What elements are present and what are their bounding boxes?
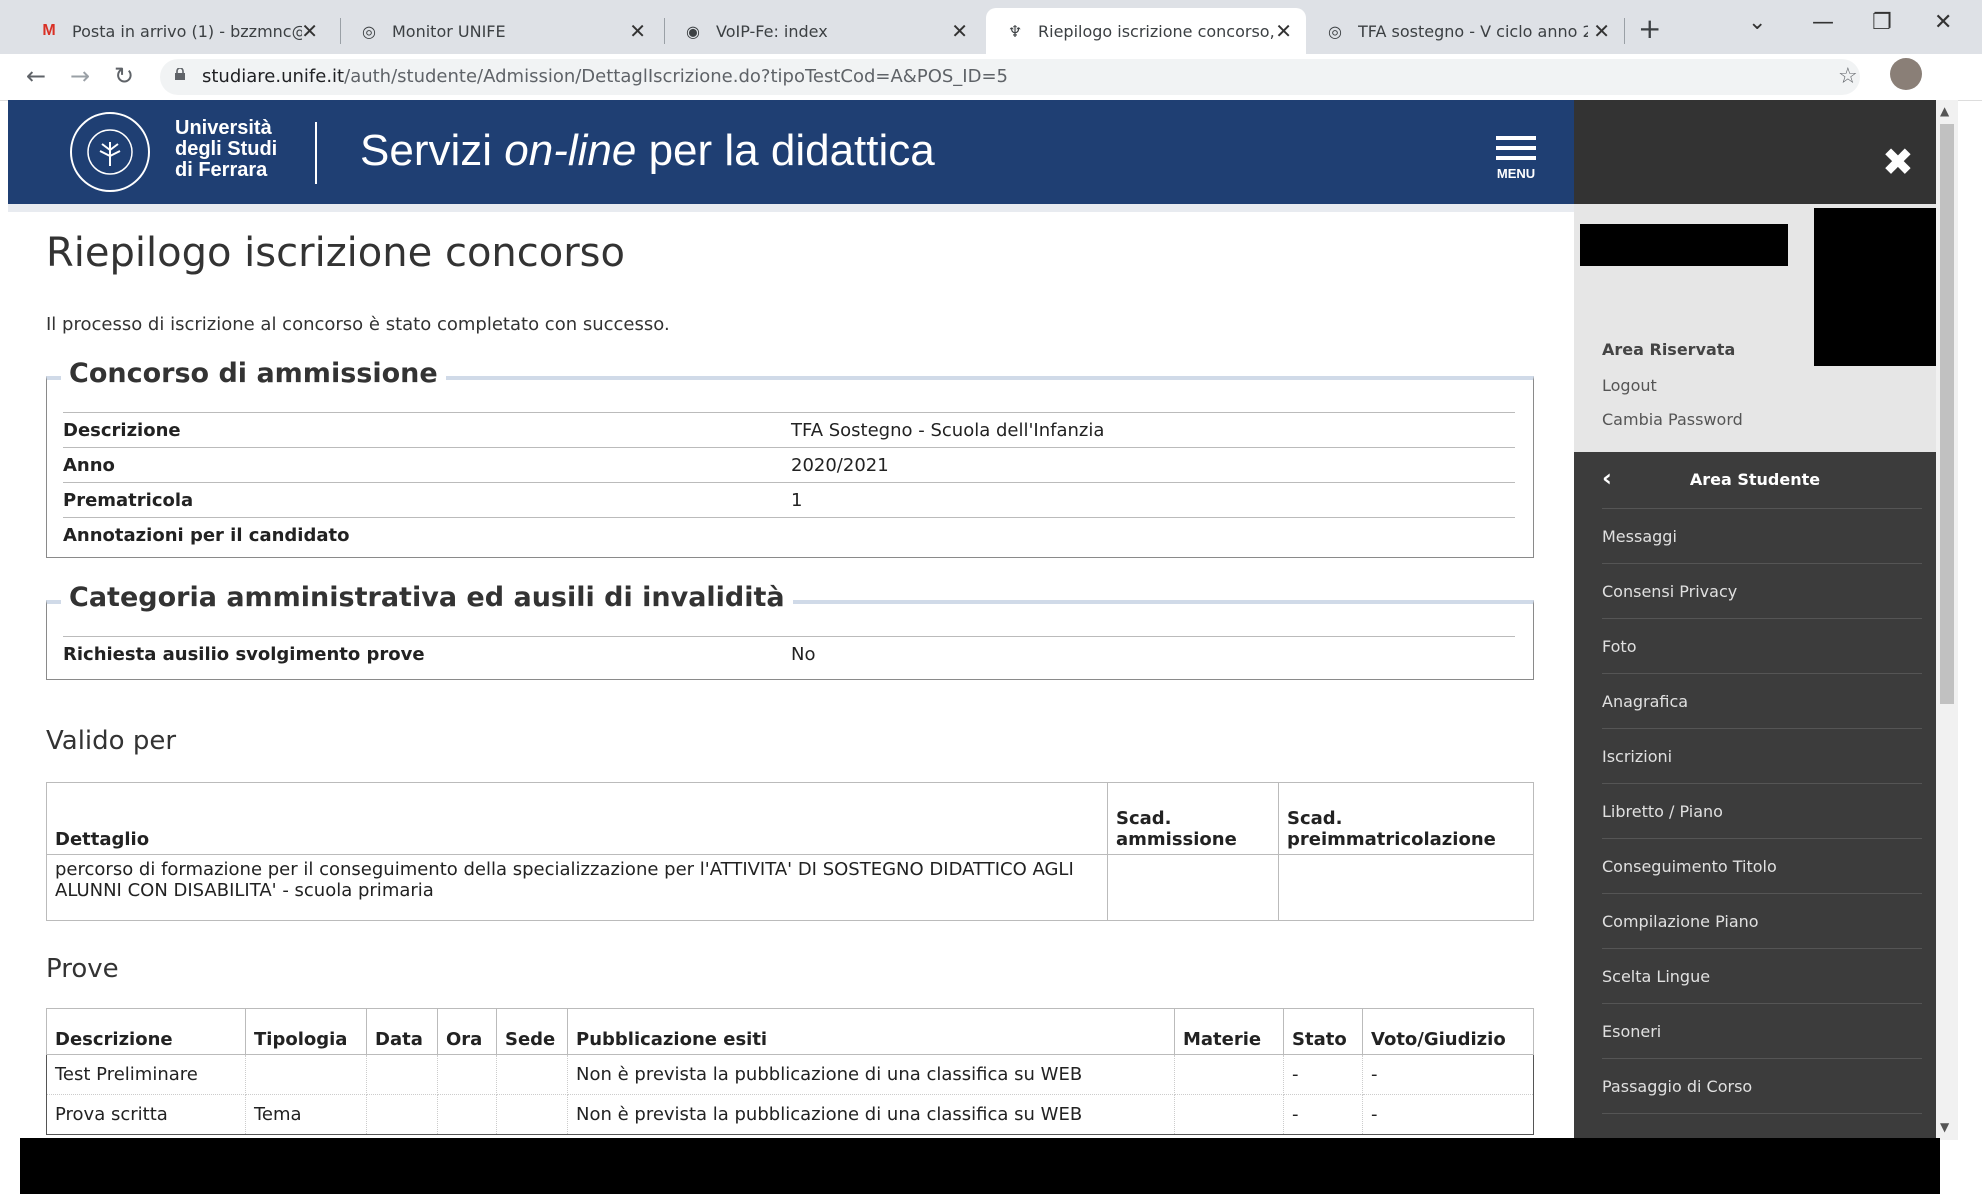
area-riservata-label: Area Riservata: [1602, 340, 1736, 359]
valido-per-title: Valido per: [46, 726, 177, 756]
table-header: Scad. ammissione: [1107, 782, 1279, 855]
page-title: Riepilogo iscrizione concorso: [46, 230, 625, 276]
university-name: Università degli Studi di Ferrara: [175, 117, 278, 181]
browser-tab-bar: M Posta in arrivo (1) - bzzmnc@uni ✕ ◎ M…: [0, 0, 1982, 54]
redacted-name: [1580, 224, 1788, 266]
bookmark-star-icon[interactable]: ☆: [1838, 64, 1858, 89]
crest-icon: ♆: [1007, 21, 1023, 41]
minimize-icon[interactable]: —: [1812, 10, 1834, 35]
drawer-item-libretto[interactable]: Libretto / Piano: [1602, 783, 1922, 839]
table-row: Test Preliminare Non è prevista la pubbli…: [46, 1054, 1534, 1095]
area-studente-header[interactable]: ‹ Area Studente: [1574, 452, 1936, 508]
gmail-icon: M: [42, 22, 56, 39]
reload-icon[interactable]: ↻: [114, 62, 134, 90]
cambia-password-link[interactable]: Cambia Password: [1602, 410, 1743, 429]
concorso-legend: Concorso di ammissione: [61, 358, 446, 389]
scroll-down-icon[interactable]: ▼: [1940, 1120, 1949, 1134]
scroll-up-icon[interactable]: ▲: [1940, 104, 1949, 118]
close-tab-icon[interactable]: ✕: [951, 19, 968, 43]
menu-button[interactable]: MENU: [1496, 130, 1536, 181]
url-field[interactable]: studiare.unife.it/auth/studente/Admissio…: [160, 59, 1860, 95]
new-tab-button[interactable]: +: [1638, 12, 1661, 45]
close-tab-icon[interactable]: ✕: [1593, 19, 1610, 43]
url-host: studiare.unife.it: [202, 66, 345, 87]
prove-title: Prove: [46, 954, 119, 984]
header-divider: [315, 122, 317, 184]
table-header: Materie: [1174, 1008, 1284, 1055]
drawer-item-scelta-lingue[interactable]: Scelta Lingue: [1602, 948, 1922, 1004]
concorso-fieldset: Concorso di ammissione Descrizione TFA So…: [46, 358, 1534, 558]
drawer-item-conseguimento-titolo[interactable]: Conseguimento Titolo: [1602, 838, 1922, 894]
categoria-fieldset: Categoria amministrativa ed ausili di in…: [46, 582, 1534, 680]
taskbar-redacted: [20, 1138, 1940, 1194]
crest-icon: [87, 129, 133, 175]
drawer-item-esoneri[interactable]: Esoneri: [1602, 1003, 1922, 1059]
lock-icon: [175, 68, 185, 80]
globe-icon: ◎: [362, 21, 376, 41]
success-message: Il processo di iscrizione al concorso è …: [46, 314, 670, 335]
table-row: percorso di formazione per il conseguime…: [46, 854, 1534, 921]
tab-separator: [1624, 18, 1625, 44]
site-header: Università degli Studi di Ferrara Serviz…: [8, 100, 1574, 204]
kv-row: Prematricola 1: [63, 482, 1515, 518]
university-logo[interactable]: [70, 112, 150, 192]
forward-icon[interactable]: →: [70, 62, 90, 90]
drawer-item-consensi-privacy[interactable]: Consensi Privacy: [1602, 563, 1922, 619]
table-header: Sede: [496, 1008, 568, 1055]
drawer-item-messaggi[interactable]: Messaggi: [1602, 508, 1922, 564]
drawer-item-passaggio-di-corso[interactable]: Passaggio di Corso: [1602, 1058, 1922, 1114]
page-scrollbar[interactable]: ▲ ▼: [1936, 100, 1958, 1140]
close-window-icon[interactable]: ✕: [1934, 10, 1952, 35]
table-header: Tipologia: [245, 1008, 367, 1055]
categoria-legend: Categoria amministrativa ed ausili di in…: [61, 582, 793, 613]
scrollbar-thumb[interactable]: [1940, 124, 1954, 704]
drawer-item-compilazione-piano[interactable]: Compilazione Piano: [1602, 893, 1922, 949]
tab-gmail[interactable]: M Posta in arrivo (1) - bzzmnc@uni ✕: [20, 8, 332, 54]
table-header: Pubblicazione esiti: [567, 1008, 1175, 1055]
table-header: Ora: [437, 1008, 497, 1055]
tab-riepilogo[interactable]: ♆ Riepilogo iscrizione concorso, U ✕: [986, 8, 1306, 54]
restore-icon[interactable]: ❐: [1872, 10, 1892, 35]
back-icon[interactable]: ←: [26, 62, 46, 90]
globe-icon: ◎: [1328, 21, 1342, 41]
tab-search-icon[interactable]: ⌄: [1748, 10, 1766, 35]
site-title: Servizi on-line per la didattica: [360, 126, 935, 175]
tab-monitor-unife[interactable]: ◎ Monitor UNIFE ✕: [340, 8, 660, 54]
drawer-item-anagrafica[interactable]: Anagrafica: [1602, 673, 1922, 729]
side-drawer: ✖ Area Riservata Logout Cambia Password …: [1574, 100, 1936, 1140]
close-tab-icon[interactable]: ✕: [301, 19, 318, 43]
table-header: Descrizione: [46, 1008, 246, 1055]
table-header: Data: [366, 1008, 438, 1055]
table-row: Prova scritta Tema Non è prevista la pubbl…: [46, 1094, 1534, 1135]
profile-avatar[interactable]: [1890, 58, 1922, 90]
kv-row: Descrizione TFA Sostegno - Scuola dell'In…: [63, 412, 1515, 448]
close-icon[interactable]: ✖: [1882, 140, 1914, 184]
globe-icon: ◉: [686, 21, 700, 41]
kv-row: Annotazioni per il candidato: [63, 517, 1515, 553]
kv-row: Richiesta ausilio svolgimento prove No: [63, 636, 1515, 672]
redacted-photo: [1814, 208, 1936, 366]
user-area: Area Riservata Logout Cambia Password: [1574, 204, 1936, 452]
close-tab-icon[interactable]: ✕: [629, 19, 646, 43]
table-header: Stato: [1283, 1008, 1363, 1055]
table-header: Voto/Giudizio: [1362, 1008, 1534, 1055]
prove-table: Descrizione Tipologia Data Ora Sede Pubb…: [46, 1008, 1534, 1135]
drawer-item-foto[interactable]: Foto: [1602, 618, 1922, 674]
url-path: /auth/studente/Admission/DettaglIscrizio…: [344, 66, 1008, 87]
table-header: Dettaglio: [46, 782, 1108, 855]
valido-per-table: Dettaglio Scad. ammissione Scad. preimma…: [46, 782, 1534, 921]
header-underline: [8, 204, 1574, 212]
logout-link[interactable]: Logout: [1602, 376, 1657, 395]
drawer-item-iscrizioni[interactable]: Iscrizioni: [1602, 728, 1922, 784]
tab-voip[interactable]: ◉ VoIP-Fe: index ✕: [664, 8, 982, 54]
address-bar: ← → ↻ studiare.unife.it/auth/studente/Ad…: [0, 54, 1982, 139]
table-header: Scad. preimmatricolazione: [1278, 782, 1534, 855]
close-tab-icon[interactable]: ✕: [1275, 19, 1292, 43]
kv-row: Anno 2020/2021: [63, 447, 1515, 483]
tab-tfa-sostegno[interactable]: ◎ TFA sostegno - V ciclo anno 201 ✕: [1306, 8, 1624, 54]
